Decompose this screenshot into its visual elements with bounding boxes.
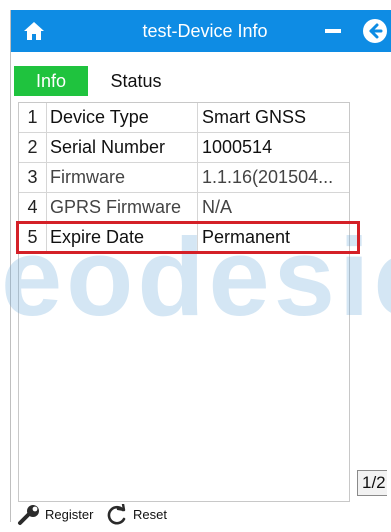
register-button[interactable]: Register bbox=[17, 502, 97, 528]
property-name: Device Type bbox=[47, 103, 198, 132]
row-number: 3 bbox=[19, 163, 47, 192]
row-number: 2 bbox=[19, 133, 47, 162]
table-row[interactable]: 3 Firmware 1.1.16(201504... bbox=[19, 163, 349, 193]
table-row[interactable]: 2 Serial Number 1000514 bbox=[19, 133, 349, 163]
row-number: 4 bbox=[19, 193, 47, 222]
highlight-box bbox=[16, 221, 360, 254]
title-bar: test-Device Info bbox=[11, 10, 391, 52]
reset-label: Reset bbox=[133, 507, 167, 522]
property-name: Serial Number bbox=[47, 133, 198, 162]
property-name: Firmware bbox=[47, 163, 198, 192]
table-row[interactable]: 4 GPRS Firmware N/A bbox=[19, 193, 349, 223]
home-icon[interactable] bbox=[23, 20, 45, 42]
window-title: test-Device Info bbox=[142, 21, 268, 41]
device-info-window: test-Device Info Info Status 1 Device Ty… bbox=[1, 10, 391, 525]
refresh-icon bbox=[107, 504, 126, 525]
property-value: 1000514 bbox=[202, 137, 273, 157]
property-value: 1.1.16(201504... bbox=[202, 167, 334, 187]
property-name: GPRS Firmware bbox=[47, 193, 198, 222]
minimize-icon[interactable] bbox=[325, 29, 341, 33]
reset-button[interactable]: Reset bbox=[105, 502, 175, 528]
wrench-icon bbox=[18, 505, 39, 525]
footer-bar: Register Reset bbox=[11, 498, 391, 532]
tab-info[interactable]: Info bbox=[14, 66, 88, 96]
device-info-table: 1 Device Type Smart GNSS 2 Serial Number… bbox=[18, 102, 350, 502]
property-value: N/A bbox=[202, 197, 233, 217]
property-value: Smart GNSS bbox=[202, 107, 307, 127]
back-arrow-icon[interactable] bbox=[362, 18, 388, 44]
tab-status[interactable]: Status bbox=[88, 66, 184, 96]
register-label: Register bbox=[45, 507, 94, 522]
page-indicator[interactable]: 1/2 bbox=[357, 470, 387, 496]
table-row[interactable]: 1 Device Type Smart GNSS bbox=[19, 103, 349, 133]
row-number: 1 bbox=[19, 103, 47, 132]
